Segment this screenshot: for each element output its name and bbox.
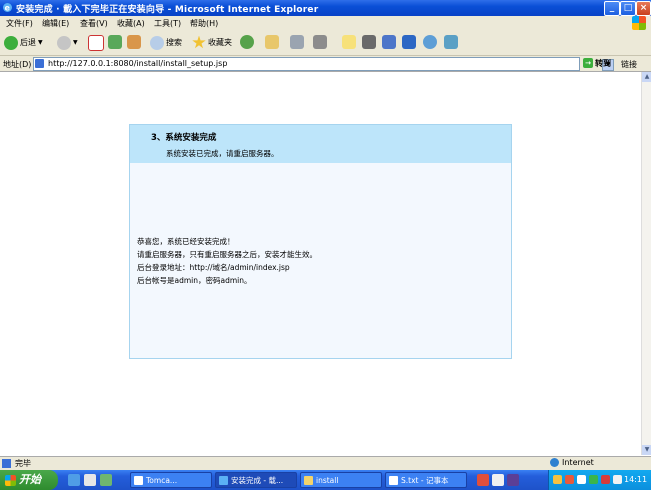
search-label: 搜索 bbox=[166, 38, 182, 47]
task-label: 安装完成 - 载... bbox=[231, 475, 284, 485]
globe-icon bbox=[550, 458, 559, 467]
status-bar: 完毕 Internet bbox=[0, 456, 651, 470]
folder-icon bbox=[304, 475, 313, 485]
vertical-scrollbar[interactable]: ▲ ▼ bbox=[641, 72, 651, 455]
mail-icon[interactable] bbox=[265, 35, 279, 49]
zone-label: Internet bbox=[562, 458, 594, 467]
notepad-icon bbox=[389, 475, 398, 485]
zoom-icon[interactable] bbox=[423, 35, 437, 49]
taskbar: 开始 Tomca... 安装完成 - 载... install S.txt - … bbox=[0, 470, 651, 490]
start-label: 开始 bbox=[19, 473, 41, 486]
console-icon bbox=[134, 475, 143, 485]
back-label: 后退 bbox=[20, 38, 36, 47]
favorites-label: 收藏夹 bbox=[208, 38, 232, 47]
step-title: 3、系统安装完成 bbox=[151, 133, 217, 143]
address-bar: 地址(D) http://127.0.0.1:8080/install/inst… bbox=[0, 56, 651, 72]
forward-arrow-icon bbox=[57, 35, 71, 50]
search-icon bbox=[150, 35, 164, 50]
step-description: 系统安装已完成，请重启服务器。 bbox=[166, 149, 279, 158]
print-icon[interactable] bbox=[290, 35, 304, 49]
stop-icon[interactable] bbox=[88, 35, 104, 51]
tool-icon[interactable] bbox=[362, 35, 376, 49]
toolbar: 后退 ▼ ▼ 搜索 收藏夹 bbox=[0, 30, 651, 56]
favorites-button[interactable]: 收藏夹 bbox=[192, 34, 232, 51]
search-button[interactable]: 搜索 bbox=[150, 34, 182, 51]
menu-file[interactable]: 文件(F) bbox=[6, 18, 33, 29]
home-icon[interactable] bbox=[127, 35, 141, 49]
windows-flag-icon bbox=[5, 474, 16, 486]
message-line: 后台登录地址：http://域名/admin/index.jsp bbox=[137, 263, 290, 272]
app-quicklaunch-icon[interactable] bbox=[507, 474, 519, 486]
tray-icon[interactable] bbox=[601, 475, 610, 484]
menu-view[interactable]: 查看(V) bbox=[80, 18, 108, 29]
install-panel-header: 3、系统安装完成 系统安装已完成，请重启服务器。 bbox=[130, 125, 511, 163]
note-icon[interactable] bbox=[342, 35, 356, 49]
scroll-down-icon[interactable]: ▼ bbox=[642, 445, 651, 455]
scroll-up-icon[interactable]: ▲ bbox=[642, 72, 651, 82]
page-icon bbox=[35, 59, 44, 68]
task-label: S.txt - 记事本 bbox=[401, 475, 449, 485]
task-label: install bbox=[316, 475, 339, 485]
maximize-button[interactable]: □ bbox=[620, 1, 636, 16]
internet-explorer-icon bbox=[219, 475, 228, 485]
security-zone: Internet bbox=[550, 458, 594, 467]
chevron-down-icon: ▼ bbox=[38, 39, 43, 46]
menu-help[interactable]: 帮助(H) bbox=[190, 18, 218, 29]
back-button[interactable]: 后退 ▼ bbox=[4, 34, 43, 51]
refresh-icon[interactable] bbox=[108, 35, 122, 49]
minimize-button[interactable]: _ bbox=[604, 1, 620, 16]
message-line: 请重启服务器，只有重启服务器之后，安装才能生效。 bbox=[137, 250, 317, 259]
clock: 14:11 bbox=[624, 475, 648, 484]
address-label: 地址(D) bbox=[3, 60, 32, 69]
links-button[interactable]: 链接 bbox=[621, 59, 637, 70]
star-icon bbox=[192, 35, 206, 49]
discuss-icon[interactable] bbox=[444, 35, 458, 49]
install-panel: 3、系统安装完成 系统安装已完成，请重启服务器。 恭喜您，系统已经安装完成！ 请… bbox=[129, 124, 512, 359]
address-input[interactable]: http://127.0.0.1:8080/install/install_se… bbox=[33, 57, 614, 71]
messenger-icon[interactable] bbox=[382, 35, 396, 49]
volume-icon[interactable] bbox=[613, 475, 622, 484]
menu-bar: 文件(F) 编辑(E) 查看(V) 收藏(A) 工具(T) 帮助(H) bbox=[0, 16, 651, 30]
go-button[interactable]: → 转到 bbox=[583, 57, 611, 69]
media-quicklaunch-icon[interactable] bbox=[100, 474, 112, 486]
menu-tools[interactable]: 工具(T) bbox=[154, 18, 181, 29]
research-icon[interactable] bbox=[402, 35, 416, 49]
address-url: http://127.0.0.1:8080/install/install_se… bbox=[48, 59, 228, 68]
message-line: 后台帐号是admin，密码admin。 bbox=[137, 276, 252, 285]
window-title: 安装完成 · 載入下完毕正在安装向导 - Microsoft Internet … bbox=[16, 5, 319, 15]
app-quicklaunch-icon[interactable] bbox=[492, 474, 504, 486]
desktop-quicklaunch-icon[interactable] bbox=[84, 474, 96, 486]
menu-edit[interactable]: 编辑(E) bbox=[42, 18, 69, 29]
tray-icon[interactable] bbox=[589, 475, 598, 484]
internet-explorer-icon: e bbox=[3, 3, 12, 13]
app-quicklaunch-icon[interactable] bbox=[477, 474, 489, 486]
svg-text:e: e bbox=[5, 4, 11, 13]
go-arrow-icon: → bbox=[583, 58, 593, 68]
task-label: Tomca... bbox=[146, 475, 178, 485]
close-button[interactable]: × bbox=[636, 1, 651, 16]
status-text: 完毕 bbox=[15, 459, 31, 468]
start-button[interactable]: 开始 bbox=[0, 470, 58, 490]
message-line: 恭喜您，系统已经安装完成！ bbox=[137, 237, 235, 246]
go-label: 转到 bbox=[595, 58, 611, 68]
history-icon[interactable] bbox=[240, 35, 254, 49]
task-notepad[interactable]: S.txt - 记事本 bbox=[385, 472, 467, 488]
edit-icon[interactable] bbox=[313, 35, 327, 49]
tray-icon[interactable] bbox=[553, 475, 562, 484]
tray-icon[interactable] bbox=[565, 475, 574, 484]
tray-icon[interactable] bbox=[577, 475, 586, 484]
back-arrow-icon bbox=[4, 35, 18, 50]
forward-button[interactable]: ▼ bbox=[57, 34, 78, 51]
chevron-down-icon: ▼ bbox=[73, 39, 78, 46]
page-icon bbox=[2, 459, 11, 468]
task-tomcat[interactable]: Tomca... bbox=[130, 472, 212, 488]
task-browser[interactable]: 安装完成 - 载... bbox=[215, 472, 297, 488]
menu-favorites[interactable]: 收藏(A) bbox=[117, 18, 145, 29]
task-folder[interactable]: install bbox=[300, 472, 382, 488]
ie-quicklaunch-icon[interactable] bbox=[68, 474, 80, 486]
window-titlebar[interactable]: e 安装完成 · 載入下完毕正在安装向导 - Microsoft Interne… bbox=[0, 0, 651, 16]
